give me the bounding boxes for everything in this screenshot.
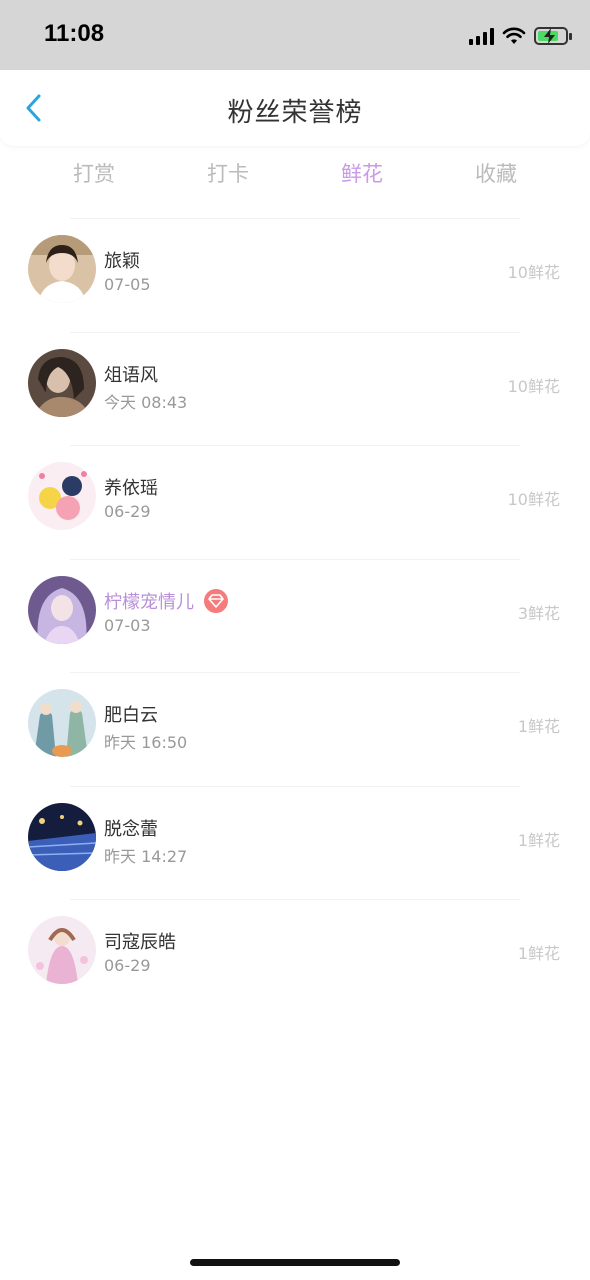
fan-time: 07-03 — [104, 615, 151, 635]
fan-time: 07-05 — [104, 275, 151, 294]
flower-count: 1鲜花 — [517, 830, 560, 850]
tab-bar: 打赏 打卡 鲜花 收藏 — [0, 150, 590, 200]
status-time: 11:08 — [44, 20, 105, 47]
fan-time: 06-29 — [104, 956, 151, 975]
avatar — [28, 802, 96, 871]
fan-time: 06-29 — [104, 502, 151, 521]
battery-charging-icon — [534, 27, 572, 45]
avatar — [28, 575, 96, 644]
fan-name-vip: 柠檬宠情儿 — [104, 588, 228, 614]
list-item[interactable]: 肥白云 昨天 16:50 1鲜花 — [28, 672, 560, 786]
avatar — [28, 462, 96, 530]
flower-count: 3鲜花 — [517, 603, 560, 623]
flower-count: 1鲜花 — [517, 717, 560, 736]
fan-name: 俎语风 — [104, 364, 158, 386]
list-item[interactable]: 俎语风 今天 08:43 10鲜花 — [28, 331, 560, 446]
fan-name: 脱念蕾 — [104, 818, 158, 840]
flower-count: 10鲜花 — [507, 263, 560, 282]
list-item[interactable]: 司寇辰皓 06-29 1鲜花 — [28, 899, 560, 1013]
tab-reward[interactable]: 打赏 — [27, 150, 161, 200]
fan-name: 柠檬宠情儿 — [104, 591, 194, 613]
avatar — [28, 235, 96, 303]
fan-time: 昨天 14:27 — [104, 846, 188, 866]
avatar — [28, 689, 96, 757]
nav-bar: 粉丝荣誉榜 — [0, 70, 590, 146]
list-item[interactable]: 旅颖 07-05 10鲜花 — [28, 218, 560, 332]
flower-count: 10鲜花 — [507, 490, 560, 509]
list-item[interactable]: 脱念蕾 昨天 14:27 1鲜花 — [28, 785, 560, 900]
tab-checkin[interactable]: 打卡 — [161, 150, 295, 200]
wifi-icon — [502, 27, 526, 44]
avatar — [28, 916, 96, 984]
list-item[interactable]: 柠檬宠情儿 07-03 3鲜花 — [28, 558, 560, 673]
status-bar: 11:08 — [0, 0, 590, 70]
fan-name: 司寇辰皓 — [104, 932, 176, 953]
list-item[interactable]: 养依瑶 06-29 10鲜花 — [28, 445, 560, 559]
fan-time: 今天 08:43 — [104, 392, 188, 412]
tab-favorites[interactable]: 收藏 — [429, 150, 563, 200]
fan-list: 旅颖 07-05 10鲜花 俎语风 今天 08:43 10鲜花 养依瑶 06-2… — [0, 218, 590, 1013]
home-indicator — [190, 1259, 400, 1266]
flower-count: 1鲜花 — [517, 944, 560, 963]
tab-flowers[interactable]: 鲜花 — [295, 150, 429, 200]
fan-name: 养依瑶 — [104, 478, 158, 499]
status-icons — [469, 24, 572, 48]
diamond-badge-icon — [204, 588, 228, 613]
fan-name: 肥白云 — [104, 705, 158, 726]
page-title: 粉丝荣誉榜 — [227, 98, 363, 128]
fan-name: 旅颖 — [104, 251, 140, 272]
fan-time: 昨天 16:50 — [104, 733, 188, 752]
avatar — [28, 348, 96, 417]
flower-count: 10鲜花 — [507, 376, 560, 396]
signal-icon — [469, 27, 494, 45]
